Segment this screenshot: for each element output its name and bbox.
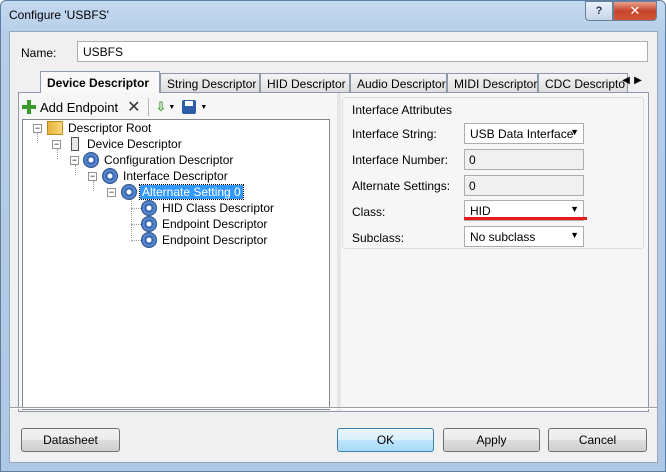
interface-number-field: 0	[464, 149, 584, 170]
datasheet-button[interactable]: Datasheet	[21, 428, 120, 452]
add-endpoint-button[interactable]: Add Endpoint	[22, 100, 118, 115]
window-title: Configure 'USBFS'	[9, 8, 109, 22]
collapse-alternate-icon[interactable]: −	[107, 188, 116, 197]
cancel-button[interactable]: Cancel	[548, 428, 647, 452]
chevron-down-icon: ▼	[570, 230, 579, 240]
dialog-client: Name: USBFS Device Descriptor String Des…	[9, 31, 658, 463]
tree-toolbar: Add Endpoint ✕ ⇩ ▼ ▼	[22, 96, 335, 118]
chevron-down-icon: ▼	[570, 204, 579, 214]
tree-label-alternate-setting: Alternate Setting 0	[139, 184, 244, 200]
configure-window: Configure 'USBFS' ? ✕ Name: USBFS Device…	[0, 0, 666, 472]
interface-string-select[interactable]: USB Data Interface ▼	[464, 123, 584, 144]
tab-device-descriptor[interactable]: Device Descriptor	[40, 71, 160, 93]
import-icon[interactable]: ⇩	[155, 99, 166, 115]
subclass-label: Subclass:	[352, 231, 405, 245]
tab-midi-descriptor[interactable]: MIDI Descriptor	[447, 73, 538, 93]
tab-cdc-descriptor[interactable]: CDC Descripto	[538, 73, 628, 93]
apply-button[interactable]: Apply	[443, 428, 540, 452]
save-dropdown-arrow-icon[interactable]: ▼	[200, 104, 207, 111]
tree-node-interface-descriptor[interactable]: Interface Descriptor	[102, 168, 230, 184]
ok-button[interactable]: OK	[337, 428, 434, 452]
gear-icon	[102, 168, 118, 184]
toolbar-separator	[148, 98, 150, 116]
tab-hid-descriptor[interactable]: HID Descriptor	[260, 73, 350, 93]
collapse-root-icon[interactable]: −	[33, 124, 42, 133]
gear-icon	[141, 200, 157, 216]
tree-label-device-descriptor: Device Descriptor	[87, 137, 182, 151]
delete-icon[interactable]: ✕	[127, 97, 140, 117]
tree-node-endpoint-descriptor[interactable]: Endpoint Descriptor	[141, 232, 269, 248]
interface-string-value: USB Data Interface	[470, 127, 574, 141]
alternate-settings-label: Alternate Settings:	[352, 179, 451, 193]
name-label: Name:	[21, 46, 57, 60]
tree-label-endpoint-descriptor: Endpoint Descriptor	[162, 217, 268, 231]
tree-node-device-descriptor[interactable]: Device Descriptor	[67, 136, 184, 152]
tree-node-descriptor-root[interactable]: Descriptor Root	[47, 120, 153, 136]
usb-device-icon	[71, 137, 79, 151]
subclass-select[interactable]: No subclass ▼	[464, 226, 584, 247]
collapse-device-icon[interactable]: −	[52, 140, 61, 149]
alternate-settings-field: 0	[464, 175, 584, 196]
add-endpoint-label: Add Endpoint	[40, 99, 119, 115]
tree-label-hid-class-descriptor: HID Class Descriptor	[162, 201, 275, 215]
gear-icon	[83, 152, 99, 168]
chevron-down-icon: ▼	[570, 127, 579, 137]
tab-scroll-left-icon[interactable]: ◀	[620, 73, 632, 87]
collapse-interface-icon[interactable]: −	[88, 172, 97, 181]
gear-icon	[141, 232, 157, 248]
title-bar[interactable]: Configure 'USBFS' ? ✕	[1, 1, 665, 31]
tree-label-endpoint-descriptor: Endpoint Descriptor	[162, 233, 268, 247]
folder-icon	[47, 121, 63, 135]
name-input[interactable]: USBFS	[77, 41, 648, 62]
tab-scroll-right-icon[interactable]: ▶	[632, 73, 644, 87]
interface-attributes-title: Interface Attributes	[349, 103, 456, 117]
class-value: HID	[470, 204, 491, 218]
tab-strip: Device Descriptor String Descriptor HID …	[38, 71, 643, 93]
subclass-value: No subclass	[470, 230, 536, 244]
footer-separator	[10, 407, 657, 409]
tree-label-configuration-descriptor: Configuration Descriptor	[104, 153, 234, 167]
gear-icon	[121, 184, 137, 200]
tab-panel: Add Endpoint ✕ ⇩ ▼ ▼ − Descriptor Root −…	[18, 92, 649, 412]
tab-string-descriptor[interactable]: String Descriptor	[160, 73, 260, 93]
interface-string-label: Interface String:	[352, 127, 437, 141]
tree-node-hid-class-descriptor[interactable]: HID Class Descriptor	[141, 200, 276, 216]
tree-node-configuration-descriptor[interactable]: Configuration Descriptor	[83, 152, 235, 168]
splitter[interactable]	[337, 93, 341, 411]
import-dropdown-arrow-icon[interactable]: ▼	[168, 104, 175, 111]
tab-audio-descriptor[interactable]: Audio Descriptor	[350, 73, 447, 93]
tree-label-descriptor-root: Descriptor Root	[68, 121, 152, 135]
tree-node-endpoint-descriptor[interactable]: Endpoint Descriptor	[141, 216, 269, 232]
class-highlight-underline	[464, 217, 587, 220]
descriptor-tree[interactable]: − Descriptor Root − Device Descriptor − …	[22, 119, 330, 410]
interface-number-label: Interface Number:	[352, 153, 449, 167]
collapse-configuration-icon[interactable]: −	[70, 156, 79, 165]
tree-label-interface-descriptor: Interface Descriptor	[123, 169, 228, 183]
gear-icon	[141, 216, 157, 232]
close-button[interactable]: ✕	[613, 1, 657, 21]
plus-icon	[22, 100, 36, 114]
tree-node-alternate-setting[interactable]: Alternate Setting 0	[121, 184, 244, 200]
help-button[interactable]: ?	[585, 1, 613, 21]
class-label: Class:	[352, 205, 386, 219]
save-icon[interactable]	[182, 100, 197, 114]
